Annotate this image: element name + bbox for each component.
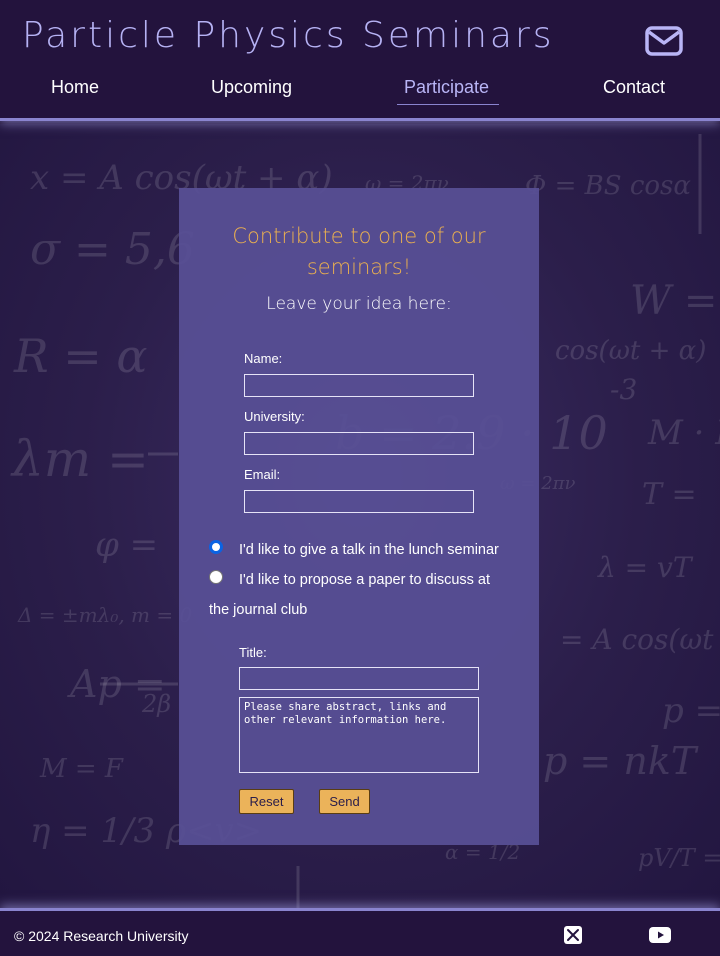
formula: p = <box>662 691 720 731</box>
formula: σ = 5,6 <box>30 224 195 275</box>
talk-radio[interactable] <box>209 540 223 554</box>
formula: λm = <box>10 430 149 488</box>
formula: λ = vT <box>597 551 694 584</box>
title-field[interactable] <box>239 667 479 690</box>
email-label: Email: <box>244 467 281 482</box>
name-field[interactable] <box>244 374 474 397</box>
site-footer: © 2024 Research University <box>0 908 720 956</box>
formula: T = <box>642 477 697 512</box>
details-textarea[interactable] <box>239 697 479 773</box>
site-title: Particle Physics Seminars <box>22 15 555 56</box>
reset-button[interactable]: Reset <box>239 789 294 814</box>
active-nav-underline <box>397 104 499 105</box>
contribution-form-card: Contribute to one of our seminars! Leave… <box>179 188 539 845</box>
envelope-icon[interactable] <box>645 26 683 56</box>
formula: -3 <box>610 373 637 406</box>
formula: W = <box>630 278 717 324</box>
send-button[interactable]: Send <box>319 789 370 814</box>
formula: M · K <box>647 413 720 453</box>
formula: Δ = ±mλ₀, m = 0 <box>17 603 192 627</box>
title-label: Title: <box>239 645 267 660</box>
university-field[interactable] <box>244 432 474 455</box>
copyright-text: © 2024 Research University <box>14 928 189 944</box>
formula: = A cos(ωt - <box>560 623 720 656</box>
nav-participate[interactable]: Participate <box>404 77 489 98</box>
site-header: Particle Physics Seminars Home Upcoming … <box>0 0 720 121</box>
nav-contact[interactable]: Contact <box>603 77 665 98</box>
email-field[interactable] <box>244 490 474 513</box>
youtube-icon[interactable] <box>649 927 671 943</box>
talk-radio-label[interactable]: I'd like to give a talk in the lunch sem… <box>239 535 539 565</box>
university-label: University: <box>244 409 305 424</box>
formula: Φ = BS cosα <box>525 171 691 201</box>
nav-upcoming[interactable]: Upcoming <box>211 77 292 98</box>
nav-home[interactable]: Home <box>51 77 99 98</box>
formula: R = α <box>13 329 148 383</box>
formula: 2β <box>141 690 171 718</box>
formula: φ = <box>95 525 158 565</box>
formula: p = nkT <box>543 739 699 783</box>
name-label: Name: <box>244 351 283 366</box>
form-heading: Contribute to one of our seminars! <box>232 224 486 279</box>
form-subheading: Leave your idea here: <box>266 294 452 314</box>
journal-club-radio-label[interactable]: I'd like to propose a paper to discuss a… <box>209 565 499 625</box>
formula: pV/T = m/μ <box>638 844 720 872</box>
formula: M = F <box>39 754 124 784</box>
formula: cos(ωt + α) <box>555 336 706 366</box>
x-icon[interactable] <box>564 926 582 944</box>
